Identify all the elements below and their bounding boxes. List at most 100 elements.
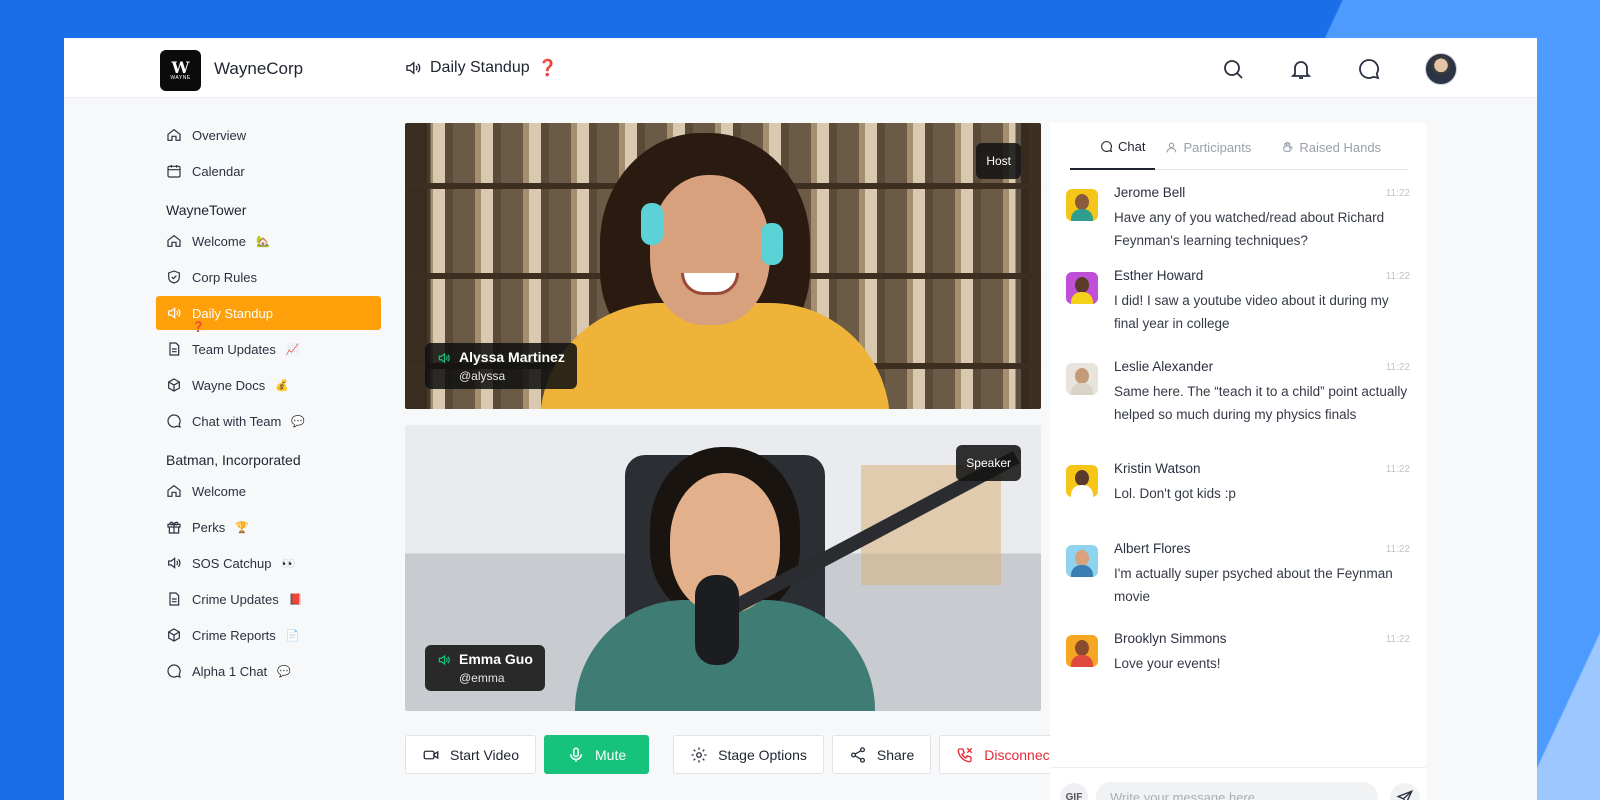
home-icon [167,128,181,141]
phone-hangup-icon [957,747,973,762]
tab-chat[interactable]: Chat [1070,123,1156,170]
sidebar-item-corp-rules[interactable]: Corp Rules [156,260,381,294]
top-bar: W WAYNE WayneCorp Daily Standup ❓ [64,38,1537,98]
room-title: Daily Standup ❓ [404,58,558,78]
message-sender: Leslie Alexander [1114,359,1214,374]
sidebar-item-label: SOS Catchup [192,555,272,571]
share-label: Share [876,746,915,763]
message-time: 11:22 [1385,634,1410,645]
message-time: 11:22 [1385,362,1410,373]
sidebar-item-wayne-docs[interactable]: Wayne Docs 💰 [156,368,381,402]
sidebar-item-label: Alpha 1 Chat [192,663,268,679]
stage-options-button[interactable]: Stage Options [673,735,824,774]
sidebar-item-emoji: 💰 [275,379,289,392]
search-icon[interactable] [1221,57,1245,81]
sidebar-item-overview[interactable]: Overview [156,118,381,152]
sidebar-item-chat-with-team[interactable]: Chat with Team 💬 [156,404,381,438]
message-sender: Albert Flores [1114,541,1191,556]
message-time: 11:22 [1385,544,1410,555]
sidebar-item-welcome-batman[interactable]: Welcome [156,474,381,508]
calendar-icon [167,165,181,178]
start-video-button[interactable]: Start Video [405,735,537,774]
section-title-waynetower: WayneTower [166,202,247,218]
participant-namecard: Alyssa Martinez @alyssa [425,343,577,389]
sidebar-item-crime-updates[interactable]: Crime Updates 📕 [156,582,381,616]
microphone [695,575,739,665]
sidebar-item-label: Team Updates [192,341,276,357]
sidebar-item-sos-catchup[interactable]: SOS Catchup 👀 [156,546,381,580]
hand-icon [1283,141,1293,152]
sidebar-item-label: Daily Standup [192,305,273,321]
sidebar-item-welcome[interactable]: Welcome 🏡 [156,224,381,258]
disconnect-label: Disconnect [984,746,1054,763]
speaker-icon [406,61,421,75]
sidebar-item-alpha-1-chat[interactable]: Alpha 1 Chat 💬 [156,654,381,688]
sidebar-item-label: Calendar [192,163,245,179]
message-text: Love your events! [1114,656,1221,671]
tab-participants[interactable]: Participants [1165,123,1251,170]
participant-name: Alyssa Martinez [459,349,565,365]
participant-handle: @alyssa [459,369,506,383]
sidebar-item-emoji: 👀 [281,557,296,570]
headphone-left [641,203,663,245]
participant-handle: @emma [459,671,505,685]
sidebar-item-perks[interactable]: Perks 🏆 [156,510,381,544]
home-icon [167,234,181,247]
message-icon[interactable] [1357,57,1381,81]
tab-label: Participants [1183,140,1252,155]
gift-icon [167,521,181,534]
headphone-right [761,223,783,265]
message-time: 11:22 [1385,188,1410,199]
send-button[interactable] [1390,783,1420,800]
cube-icon [168,378,180,392]
share-button[interactable]: Share [831,735,932,774]
speaker-icon [438,352,450,364]
cube-icon [168,628,180,642]
participant-namecard: Emma Guo @emma [425,645,545,691]
bell-icon[interactable] [1289,57,1313,81]
user-avatar[interactable] [1425,53,1457,85]
sidebar-item-daily-standup[interactable]: Daily Standup ❓ [156,296,381,333]
video-camera-icon [423,750,439,759]
room-title-text: Daily Standup [430,59,530,76]
room-title-mark: ❓ [537,60,558,77]
sidebar-item-label: Crime Updates [192,591,279,607]
sidebar-item-calendar[interactable]: Calendar [156,154,381,188]
tab-label: Chat [1118,139,1146,154]
sidebar-item-emoji: 💬 [291,415,306,428]
mute-button[interactable]: Mute [544,735,650,774]
video-tile-speaker[interactable]: Speaker Emma Guo @emma [405,425,1041,711]
user-icon [1167,142,1177,153]
video-tile-host[interactable]: Host Alyssa Martinez @alyssa [405,123,1041,409]
mute-label: Mute [595,746,627,763]
start-video-label: Start Video [450,746,520,763]
sidebar-item-label: Welcome [192,483,246,499]
microphone-icon [570,747,583,762]
speaker-icon [168,557,181,569]
message-sender: Jerome Bell [1114,185,1186,200]
sidebar-item-label: Chat with Team [192,413,282,429]
message-input[interactable] [1096,782,1378,800]
speaker-icon [168,307,181,319]
sidebar-item-label: Crime Reports [192,627,276,643]
logo-mark: W [171,57,190,77]
app-window: W WAYNE WayneCorp Daily Standup ❓ Overvi… [64,38,1537,800]
sidebar-item-crime-reports[interactable]: Crime Reports 📄 [156,618,381,652]
send-icon [1396,790,1414,800]
document-icon [169,342,180,356]
tab-raised-hands[interactable]: Raised Hands [1281,123,1381,170]
wayne-logo[interactable]: W WAYNE [160,50,201,91]
sidebar-item-team-updates[interactable]: Team Updates 📈 [156,332,381,366]
sidebar-item-label: Overview [192,127,247,143]
sidebar-item-emoji: 🏆 [235,521,249,534]
role-tag-speaker: Speaker [956,445,1021,481]
sidebar-item-emoji: 📕 [288,593,303,606]
avatar [1066,545,1098,577]
sidebar-item-label: Perks [192,519,226,535]
header-actions [1221,53,1457,85]
chat-icon [167,664,181,678]
sidebar-item-emoji: 📈 [285,343,300,356]
message-time: 11:22 [1385,271,1410,282]
gif-button[interactable]: GIF [1060,783,1088,800]
sidebar-item-label: Wayne Docs [192,377,266,393]
